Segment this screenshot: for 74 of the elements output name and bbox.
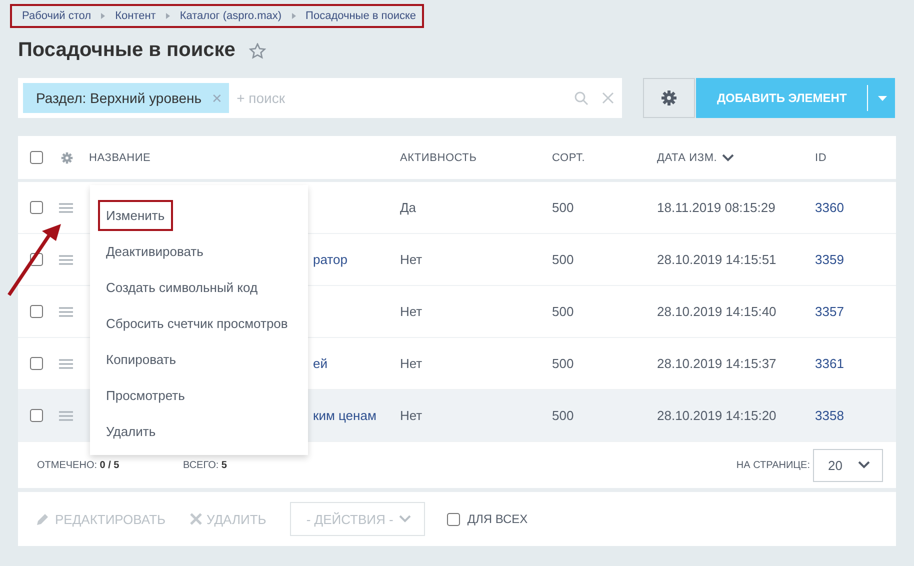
item-name-link[interactable]: ким ценам xyxy=(313,408,376,423)
chevron-down-icon xyxy=(399,515,412,523)
star-icon[interactable] xyxy=(249,42,266,58)
column-header[interactable]: СОРТ. xyxy=(552,152,657,164)
column-header[interactable]: АКТИВНОСТЬ xyxy=(400,152,552,164)
table-cell-text: 500 xyxy=(552,408,575,423)
table-cell-text: Да xyxy=(400,200,418,215)
page-title: Посадочные в поиске xyxy=(18,39,236,62)
menu-icon[interactable] xyxy=(59,410,73,420)
settings-button[interactable] xyxy=(643,78,695,118)
table-cell-text: 28.10.2019 14:15:51 xyxy=(657,252,778,267)
per-page-label: НА СТРАНИЦЕ: xyxy=(736,460,810,470)
table-cell-text: 500 xyxy=(552,252,575,267)
menu-item[interactable]: Создать символьный код xyxy=(98,272,266,302)
close-icon xyxy=(190,513,202,525)
breadcrumb-link[interactable]: Контент xyxy=(115,10,156,22)
menu-item[interactable]: Копировать xyxy=(98,344,184,374)
table-cell-text: 28.10.2019 14:15:20 xyxy=(657,408,778,423)
for-all-checkbox[interactable] xyxy=(447,512,460,526)
breadcrumb-link[interactable]: Посадочные в поиске xyxy=(306,10,416,22)
menu-icon[interactable] xyxy=(59,254,73,264)
menu-item[interactable]: Изменить xyxy=(98,200,173,230)
row-checkbox[interactable] xyxy=(30,253,43,266)
column-header[interactable]: НАЗВАНИЕ xyxy=(89,152,400,164)
menu-icon[interactable] xyxy=(59,306,73,316)
id-link[interactable]: 3360 xyxy=(815,200,895,215)
pencil-icon xyxy=(36,512,50,526)
table-cell-text: 18.11.2019 08:15:29 xyxy=(657,200,776,215)
id-link[interactable]: 3357 xyxy=(815,304,895,319)
id-link[interactable]: 3359 xyxy=(815,252,895,267)
id-link[interactable]: 3361 xyxy=(815,356,895,371)
for-all-label: ДЛЯ ВСЕХ xyxy=(467,512,528,526)
per-page-select[interactable]: 20 xyxy=(813,448,883,482)
table-cell-text: 500 xyxy=(552,200,575,215)
table-cell-text: Нет xyxy=(400,304,424,319)
table-cell-text: Нет xyxy=(400,356,424,371)
filter-tag-label: Раздел: Верхний уровень xyxy=(36,90,202,106)
table-cell-text: 500 xyxy=(552,356,575,371)
table-cell-text: 28.10.2019 14:15:40 xyxy=(657,304,778,319)
table-cell-text: 28.10.2019 14:15:37 xyxy=(657,356,778,371)
id-link[interactable]: 3358 xyxy=(815,408,895,423)
menu-icon[interactable] xyxy=(59,202,73,212)
item-name-link[interactable]: ей xyxy=(313,356,328,371)
table-cell-text: Нет xyxy=(400,408,424,423)
search-field[interactable]: Раздел: Верхний уровень ✕ + поиск xyxy=(18,78,622,118)
row-checkbox[interactable] xyxy=(30,305,43,318)
chevron-down-icon xyxy=(858,461,870,469)
chevron-right-icon xyxy=(101,13,106,19)
column-header[interactable]: ДАТА ИЗМ. xyxy=(657,152,815,164)
breadcrumb-link[interactable]: Каталог (aspro.max) xyxy=(180,10,282,22)
select-all-checkbox[interactable] xyxy=(30,151,43,164)
row-checkbox[interactable] xyxy=(30,409,43,422)
search-icon[interactable] xyxy=(574,91,588,105)
settings-icon xyxy=(661,90,677,106)
menu-icon[interactable] xyxy=(59,358,73,368)
chevron-down-icon xyxy=(722,154,734,162)
item-name-link[interactable]: ратор xyxy=(313,252,348,267)
menu-item[interactable]: Просмотреть xyxy=(98,380,193,410)
checked-count: ОТМЕЧЕНО: 0 / 5 xyxy=(37,460,120,470)
table-cell-text: Нет xyxy=(400,252,424,267)
table-cell-text: 500 xyxy=(552,304,575,319)
chevron-right-icon xyxy=(292,13,296,19)
menu-item[interactable]: Удалить xyxy=(98,416,164,446)
row-checkbox[interactable] xyxy=(30,201,43,214)
menu-item[interactable]: Сбросить счетчик просмотров xyxy=(98,308,296,338)
menu-item[interactable]: Деактивировать xyxy=(98,236,212,266)
breadcrumb-link[interactable]: Рабочий стол xyxy=(22,10,92,22)
close-icon[interactable] xyxy=(602,92,614,104)
column-header[interactable]: ID xyxy=(815,152,895,164)
settings-icon[interactable] xyxy=(61,152,73,164)
caret-icon xyxy=(878,96,887,100)
total-count: ВСЕГО: 5 xyxy=(183,460,227,470)
row-checkbox[interactable] xyxy=(30,357,43,370)
chevron-right-icon xyxy=(166,13,170,19)
